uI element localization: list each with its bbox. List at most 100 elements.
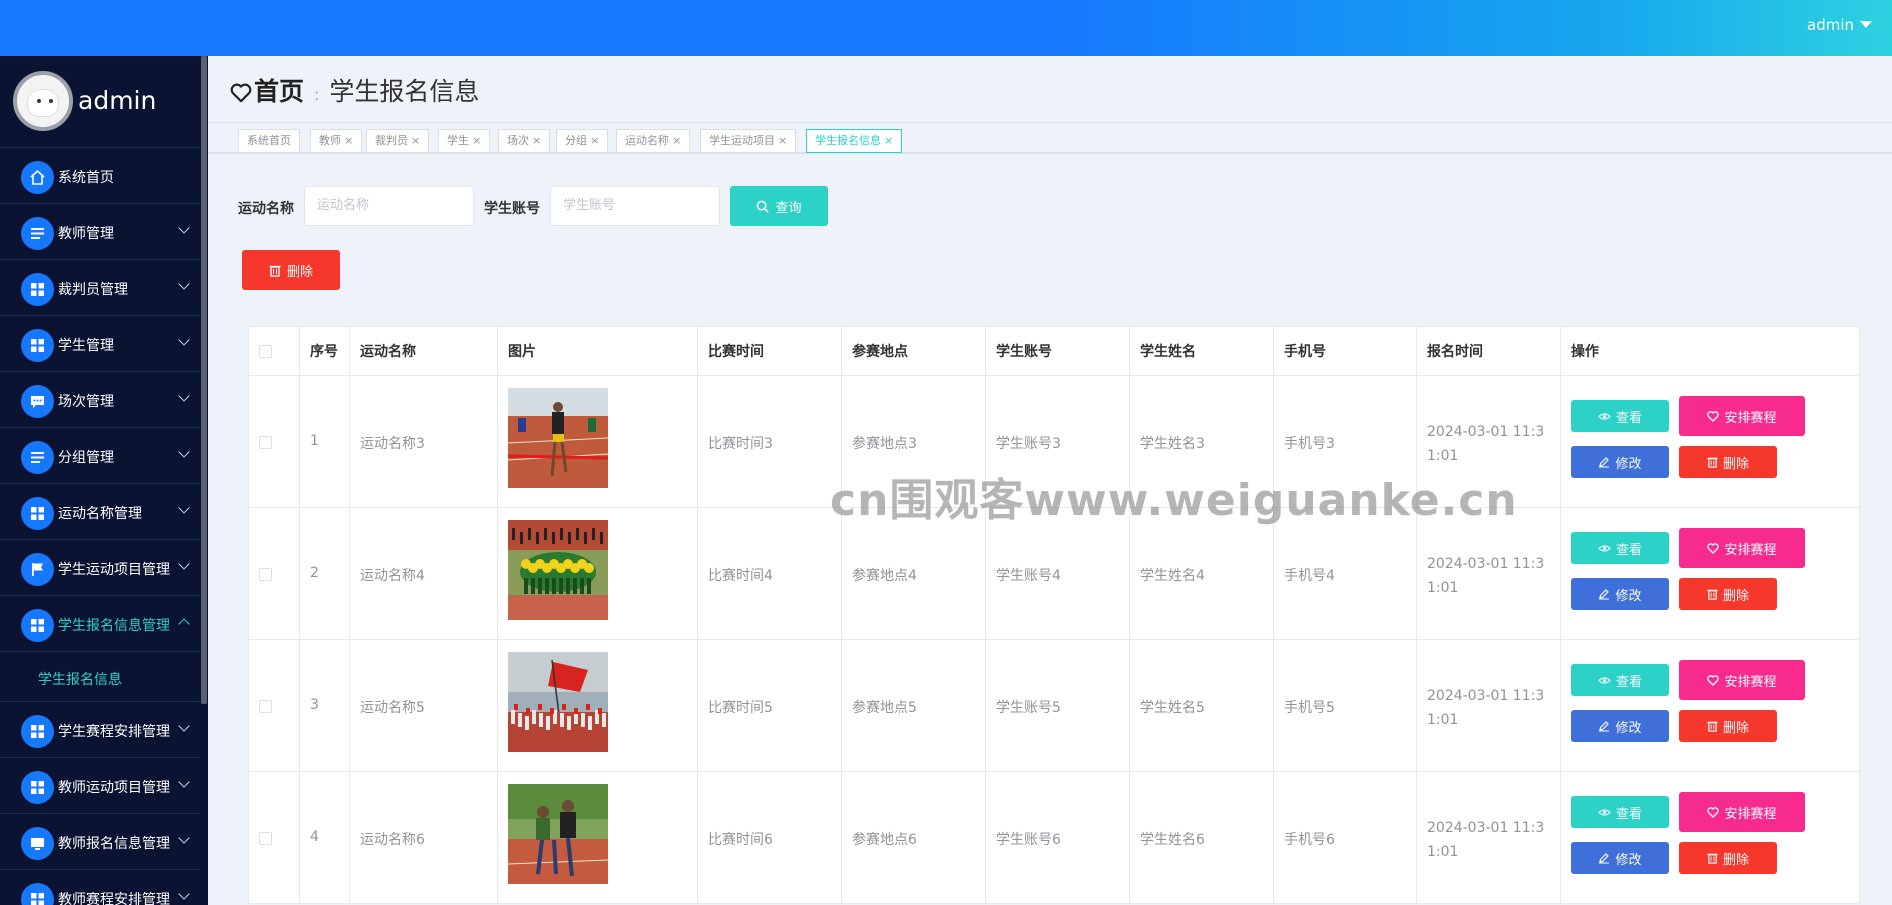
delete-button[interactable]: 删除 <box>1679 842 1777 874</box>
row-checkbox[interactable] <box>259 436 272 449</box>
close-icon[interactable]: × <box>532 134 541 147</box>
heart-icon <box>1707 806 1724 818</box>
trash-icon <box>1707 852 1723 864</box>
sidebar-item-6[interactable]: 运动名称管理 <box>0 484 208 540</box>
signup-cell: 2024-03-01 11:31:01 <box>1416 640 1560 772</box>
delete-button[interactable]: 删除 <box>1679 578 1777 610</box>
view-button[interactable]: 查看 <box>1571 400 1669 432</box>
tab-8[interactable]: 学生报名信息 × <box>806 129 903 153</box>
sport-value: 运动名称6 <box>360 832 425 848</box>
sidebar-item-1[interactable]: 教师管理 <box>0 204 208 260</box>
delete-button-label: 删除 <box>1722 456 1749 472</box>
place-cell: 参赛地点5 <box>841 640 985 772</box>
select-all-checkbox[interactable] <box>259 345 272 358</box>
row-checkbox[interactable] <box>259 832 272 845</box>
sidebar-scrollbar[interactable] <box>200 56 208 905</box>
delete-button-label: 删除 <box>1722 852 1749 868</box>
close-icon[interactable]: × <box>472 134 481 147</box>
sidebar-item-2[interactable]: 裁判员管理 <box>0 260 208 316</box>
tab-4[interactable]: 场次 × <box>498 129 551 153</box>
time-cell: 比赛时间4 <box>697 508 841 640</box>
time-value: 比赛时间6 <box>708 832 773 848</box>
query-button[interactable]: 查询 <box>730 186 828 226</box>
close-icon[interactable]: × <box>590 134 599 147</box>
user-name: admin <box>1807 16 1854 34</box>
close-icon[interactable]: × <box>344 134 353 147</box>
column-header: 学生账号 <box>985 327 1129 377</box>
view-button[interactable]: 查看 <box>1571 532 1669 564</box>
sidebar-item-12[interactable]: 教师赛程安排管理 <box>0 870 208 905</box>
breadcrumb-home[interactable]: 首页 <box>254 77 304 106</box>
close-icon[interactable]: × <box>672 134 681 147</box>
tab-7[interactable]: 学生运动项目 × <box>700 129 797 153</box>
heart-icon <box>1707 542 1724 554</box>
sidebar-subitem-student-signup[interactable]: 学生报名信息 <box>0 652 208 702</box>
sidebar-scroll-thumb[interactable] <box>201 56 207 704</box>
tab-label: 运动名称 <box>625 134 669 147</box>
name-cell: 学生姓名6 <box>1129 772 1273 904</box>
schedule-button[interactable]: 安排赛程 <box>1679 660 1805 700</box>
caret-down-icon <box>1860 21 1872 28</box>
sidebar-item-9[interactable]: 学生赛程安排管理 <box>0 702 208 758</box>
close-icon[interactable]: × <box>884 134 893 147</box>
sidebar-item-8[interactable]: 学生报名信息管理 <box>0 596 208 652</box>
tab-5[interactable]: 分组 × <box>556 129 609 153</box>
sidebar-item-0[interactable]: 系统首页 <box>0 148 208 204</box>
tab-1[interactable]: 教师 × <box>310 129 363 153</box>
edit-button[interactable]: 修改 <box>1571 446 1669 478</box>
user-menu[interactable]: admin <box>1807 16 1872 34</box>
sidebar-item-3[interactable]: 学生管理 <box>0 316 208 372</box>
time-value: 比赛时间4 <box>708 568 773 584</box>
phone-cell: 手机号5 <box>1273 640 1416 772</box>
delete-button[interactable]: 删除 <box>1679 446 1777 478</box>
table-body: 1 运动名称3 比赛时间3 参赛地点3 学生账号3 学生姓名3 手机号3 2024-03-01… <box>248 376 1860 904</box>
monitor-icon <box>21 827 54 860</box>
sidebar-item-label: 运动名称管理 <box>58 506 142 522</box>
delete-button[interactable]: 删除 <box>1679 710 1777 742</box>
tab-3[interactable]: 学生 × <box>438 129 491 153</box>
schedule-button[interactable]: 安排赛程 <box>1679 396 1805 436</box>
student-account-label: 学生账号 <box>484 201 540 217</box>
sidebar-item-4[interactable]: 场次管理 <box>0 372 208 428</box>
three-legged-race-photo <box>508 784 608 884</box>
sidebar-item-7[interactable]: 学生运动项目管理 <box>0 540 208 596</box>
grid-icon <box>21 329 54 362</box>
chat-icon <box>21 385 54 418</box>
schedule-button[interactable]: 安排赛程 <box>1679 792 1805 832</box>
edit-button[interactable]: 修改 <box>1571 578 1669 610</box>
sidebar-item-10[interactable]: 教师运动项目管理 <box>0 758 208 814</box>
sidebar-item-11[interactable]: 教师报名信息管理 <box>0 814 208 870</box>
row-checkbox[interactable] <box>259 568 272 581</box>
name-value: 学生姓名3 <box>1140 436 1205 452</box>
sport-cell: 运动名称3 <box>349 376 497 508</box>
breadcrumb: 首页: 学生报名信息 <box>230 72 479 109</box>
view-button[interactable]: 查看 <box>1571 664 1669 696</box>
edit-icon <box>1598 852 1615 864</box>
account-value: 学生账号3 <box>996 436 1061 452</box>
schedule-button[interactable]: 安排赛程 <box>1679 528 1805 568</box>
sport-name-input[interactable]: 运动名称 <box>304 186 474 226</box>
tab-label: 教师 <box>319 134 341 147</box>
edit-button[interactable]: 修改 <box>1571 710 1669 742</box>
edit-button-label: 修改 <box>1615 456 1642 472</box>
tab-6[interactable]: 运动名称 × <box>616 129 691 153</box>
tab-0[interactable]: 系统首页 <box>238 129 300 153</box>
sidebar-item-5[interactable]: 分组管理 <box>0 428 208 484</box>
sidebar-profile: admin <box>0 56 208 148</box>
student-account-input[interactable]: 学生账号 <box>550 186 720 226</box>
place-cell: 参赛地点6 <box>841 772 985 904</box>
view-button[interactable]: 查看 <box>1571 796 1669 828</box>
row-checkbox[interactable] <box>259 700 272 713</box>
sidebar-item-label: 学生运动项目管理 <box>58 562 170 578</box>
list-icon <box>21 217 54 250</box>
grid-icon <box>21 273 54 306</box>
close-icon[interactable]: × <box>411 134 420 147</box>
close-icon[interactable]: × <box>778 134 787 147</box>
edit-icon <box>1598 720 1615 732</box>
tab-label: 学生报名信息 <box>815 134 881 147</box>
edit-button[interactable]: 修改 <box>1571 842 1669 874</box>
checkbox-cell <box>249 508 299 640</box>
bulk-delete-button[interactable]: 删除 <box>242 250 340 290</box>
tab-2[interactable]: 裁判员 × <box>366 129 430 153</box>
chevron-down-icon <box>178 446 190 458</box>
